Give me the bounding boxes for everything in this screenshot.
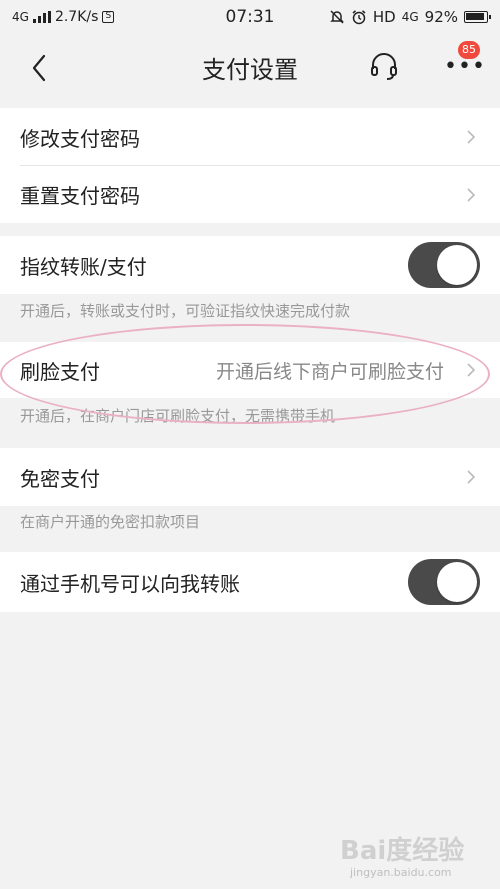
more-dots-icon: •••	[444, 54, 486, 79]
password-group: 修改支付密码 重置支付密码	[0, 108, 500, 223]
phone-transfer-row: 通过手机号可以向我转账	[0, 552, 500, 612]
fingerprint-label: 指纹转账/支付	[20, 254, 147, 279]
phone-transfer-label: 通过手机号可以向我转账	[20, 571, 240, 596]
fingerprint-toggle[interactable]	[408, 242, 480, 288]
nav-bar: 支付设置 •••	[0, 36, 500, 106]
no-password-pay-label: 免密支付	[20, 466, 100, 491]
no-password-group: 免密支付	[0, 448, 500, 506]
no-password-hint: 在商户开通的免密扣款项目	[20, 513, 201, 531]
mute-bell-icon	[330, 10, 344, 24]
fingerprint-group: 指纹转账/支付	[0, 236, 500, 294]
fingerprint-row: 指纹转账/支付	[0, 236, 500, 294]
net-4g-label: 4G	[401, 10, 419, 24]
status-right: HD 4G 92%	[329, 8, 491, 26]
battery-percent: 92%	[424, 8, 458, 26]
alarm-icon	[352, 10, 366, 25]
customer-service-button[interactable]	[368, 50, 400, 82]
headset-icon	[371, 53, 397, 80]
change-password-row[interactable]: 修改支付密码	[0, 108, 500, 166]
face-pay-hint: 开通后，在商户门店可刷脸支付，无需携带手机	[20, 407, 336, 425]
page-title: 支付设置	[202, 56, 298, 84]
toggle-knob	[437, 562, 477, 602]
status-bar: 4G 2.7K/s S 07:31 HD 4G 92%	[0, 0, 500, 36]
chevron-right-icon	[467, 363, 476, 377]
toggle-knob	[437, 245, 477, 285]
baidu-watermark: Bai度经验	[340, 836, 465, 866]
face-pay-value: 开通后线下商户可刷脸支付	[215, 360, 444, 383]
chevron-right-icon	[467, 187, 476, 202]
reset-password-row[interactable]: 重置支付密码	[0, 166, 500, 223]
face-pay-label: 刷脸支付	[20, 359, 100, 384]
phone-transfer-toggle[interactable]	[408, 559, 480, 605]
change-password-label: 修改支付密码	[20, 126, 140, 151]
no-password-pay-row[interactable]: 免密支付	[0, 448, 500, 506]
payment-settings-page: 4G 2.7K/s S 07:31 HD 4G 92% 支付设置 ••• 85 …	[0, 0, 500, 889]
chevron-right-icon	[467, 130, 476, 144]
fingerprint-hint: 开通后，转账或支付时，可验证指纹快速完成付款	[20, 302, 351, 320]
battery-icon	[464, 11, 491, 23]
notification-badge: 85	[458, 41, 480, 59]
reset-password-label: 重置支付密码	[20, 184, 140, 208]
phone-transfer-group: 通过手机号可以向我转账	[0, 552, 500, 612]
hd-label: HD	[372, 8, 396, 26]
face-pay-row[interactable]: 刷脸支付 开通后线下商户可刷脸支付	[0, 342, 500, 398]
chevron-right-icon	[467, 470, 476, 484]
face-pay-group: 刷脸支付 开通后线下商户可刷脸支付	[0, 342, 500, 398]
watermark-url: jingyan.baidu.com	[350, 866, 452, 879]
